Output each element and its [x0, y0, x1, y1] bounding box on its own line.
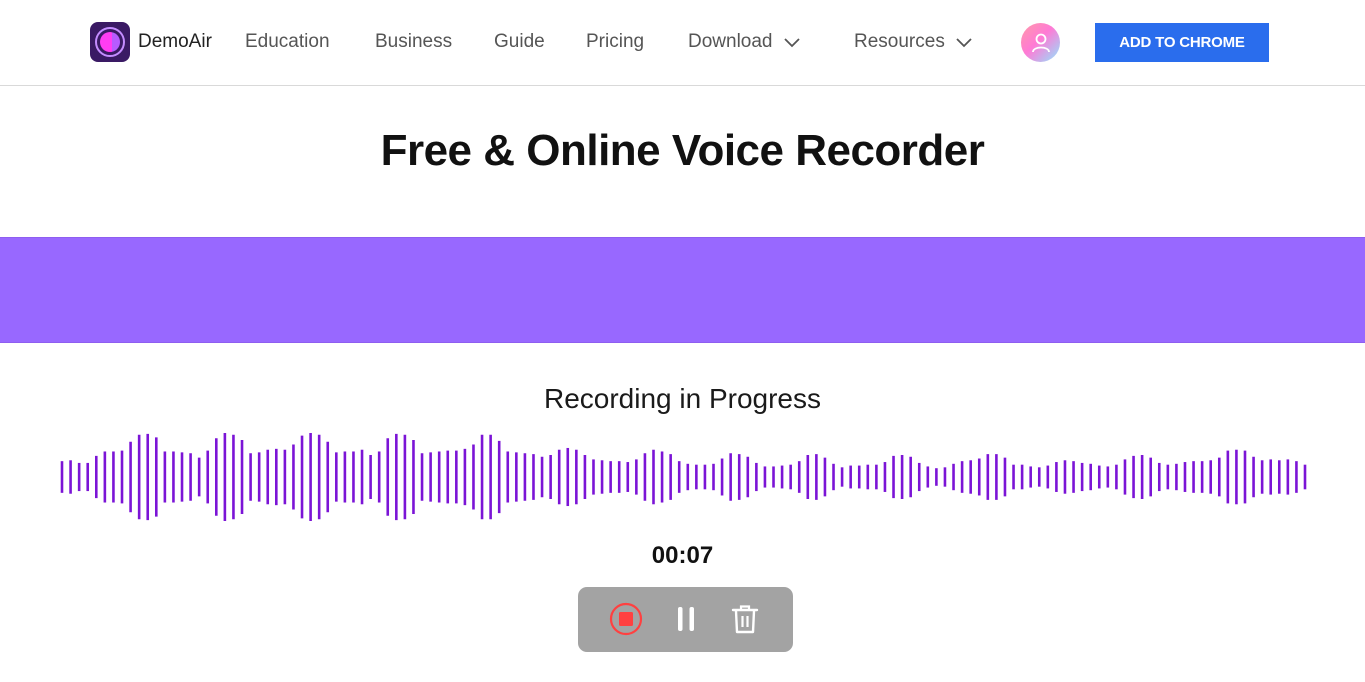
- nav-download[interactable]: Download: [688, 31, 801, 53]
- chevron-down-icon: [956, 38, 972, 48]
- nav-resources-label: Resources: [854, 31, 945, 52]
- recorder-controls: [578, 587, 793, 652]
- add-to-chrome-button[interactable]: ADD TO CHROME: [1095, 23, 1269, 62]
- nav-pricing[interactable]: Pricing: [586, 31, 644, 53]
- top-navigation-bar: DemoAir Education Business Guide Pricing…: [0, 0, 1365, 86]
- nav-resources[interactable]: Resources: [854, 31, 973, 53]
- stop-record-icon: [609, 602, 643, 636]
- purple-banner: [0, 237, 1365, 343]
- pause-icon: [678, 607, 694, 631]
- user-avatar[interactable]: [1021, 23, 1060, 62]
- trash-icon: [731, 605, 759, 634]
- demoair-logo-icon: [90, 22, 130, 62]
- nav-education[interactable]: Education: [245, 31, 330, 53]
- page-title: Free & Online Voice Recorder: [380, 126, 985, 175]
- user-icon: [1031, 33, 1050, 52]
- nav-guide-label: Guide: [494, 31, 545, 52]
- pause-button[interactable]: [666, 599, 706, 639]
- recording-status: Recording in Progress: [543, 383, 822, 414]
- nav-download-label: Download: [688, 31, 773, 52]
- nav-education-label: Education: [245, 31, 330, 52]
- nav-pricing-label: Pricing: [586, 31, 645, 52]
- nav-business-label: Business: [375, 31, 453, 52]
- nav-business[interactable]: Business: [375, 31, 452, 53]
- delete-recording-button[interactable]: [725, 599, 765, 639]
- brand-logo[interactable]: DemoAir: [90, 22, 212, 62]
- chevron-down-icon: [783, 38, 800, 48]
- nav-guide[interactable]: Guide: [494, 31, 545, 53]
- recording-timer: 00:07: [651, 542, 714, 569]
- brand-name: DemoAir: [138, 31, 212, 52]
- audio-waveform: [60, 433, 1307, 521]
- stop-recording-button[interactable]: [606, 599, 646, 639]
